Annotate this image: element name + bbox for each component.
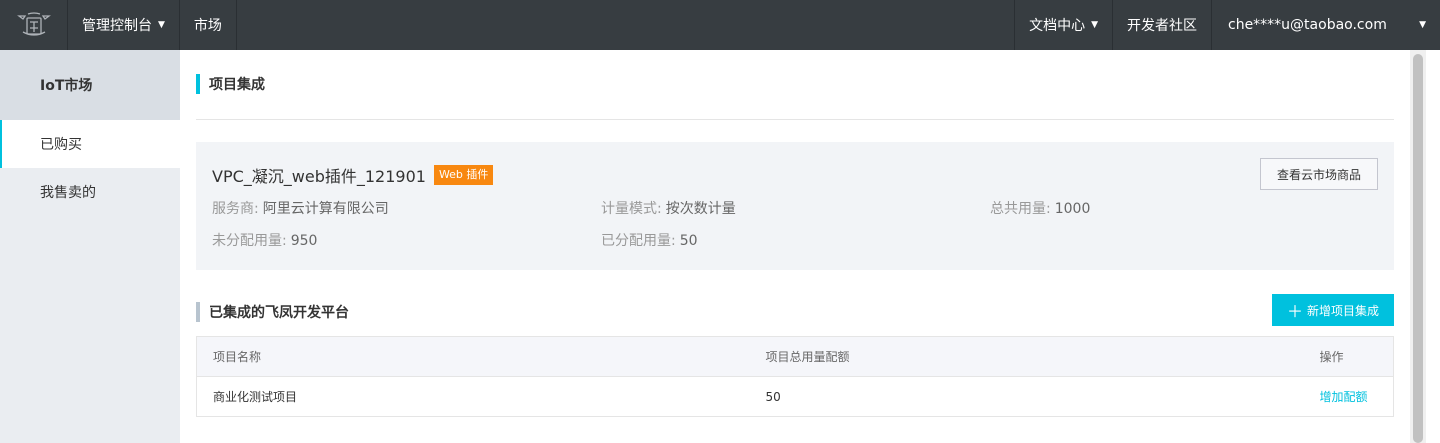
sidebar-item-label: 我售卖的 xyxy=(40,185,96,201)
integration-table: 项目名称 项目总用量配额 操作 商业化测试项目 50 增加配额 xyxy=(196,336,1394,417)
community-link[interactable]: 开发者社区 xyxy=(1112,0,1211,50)
project-name-cell: 商业化测试项目 xyxy=(196,376,750,417)
total-usage-label: 总共用量: xyxy=(990,201,1051,217)
unallocated-label: 未分配用量: xyxy=(212,233,287,249)
table-row: 商业化测试项目 50 增加配额 xyxy=(196,376,1394,417)
total-usage-field: 总共用量: 1000 xyxy=(990,198,1090,218)
increase-quota-link[interactable]: 增加配额 xyxy=(1320,390,1368,404)
scrollbar-thumb[interactable] xyxy=(1413,54,1423,443)
market-link-label: 市场 xyxy=(193,18,222,34)
sidebar-header: IoT市场 xyxy=(0,50,180,120)
add-integration-button[interactable]: ＋ 新增项目集成 xyxy=(1272,294,1394,326)
add-integration-label: 新增项目集成 xyxy=(1307,303,1380,318)
console-menu-label: 管理控制台 xyxy=(82,18,152,34)
page-title: 项目集成 xyxy=(209,77,265,93)
community-link-label: 开发者社区 xyxy=(1127,18,1197,34)
section-accent-bar xyxy=(196,74,200,94)
sidebar-item-label: 已购买 xyxy=(40,137,82,153)
docs-menu-label: 文档中心 xyxy=(1029,18,1086,34)
top-navbar: 管理控制台 ▼ 市场 文档中心 ▼ 开发者社区 che****u@taobao.… xyxy=(0,0,1440,50)
product-title-row: VPC_凝沉_web插件_121901 Web 插件 xyxy=(212,163,494,187)
caret-down-icon: ▼ xyxy=(1419,20,1426,30)
sidebar: IoT市场 已购买 我售卖的 xyxy=(0,50,180,443)
product-type-badge: Web 插件 xyxy=(433,165,494,185)
docs-menu[interactable]: 文档中心 ▼ xyxy=(1014,0,1112,50)
column-header-actions: 操作 xyxy=(1293,336,1394,377)
unallocated-value: 950 xyxy=(290,233,318,249)
actions-cell: 增加配额 xyxy=(1293,376,1394,417)
metering-value: 按次数计量 xyxy=(665,201,736,217)
product-card: VPC_凝沉_web插件_121901 Web 插件 查看云市场商品 服务商: 阿… xyxy=(196,142,1394,270)
section-accent-bar xyxy=(196,302,200,322)
provider-value: 阿里云计算有限公司 xyxy=(262,201,389,217)
metering-field: 计量模式: 按次数计量 xyxy=(601,198,736,218)
plus-icon: ＋ xyxy=(1286,302,1303,321)
column-header-project-name: 项目名称 xyxy=(196,336,750,377)
sidebar-item-purchased[interactable]: 已购买 xyxy=(0,120,180,168)
section-header: 项目集成 xyxy=(196,74,1394,94)
account-name: che****u@taobao.com xyxy=(1228,17,1387,33)
unallocated-field: 未分配用量: 950 xyxy=(212,230,317,250)
allocated-value: 50 xyxy=(679,233,698,249)
view-market-product-button[interactable]: 查看云市场商品 xyxy=(1260,158,1378,190)
table-header-row: 项目名称 项目总用量配额 操作 xyxy=(196,336,1394,377)
market-link[interactable]: 市场 xyxy=(180,0,237,50)
iot-logo[interactable] xyxy=(0,0,68,50)
allocated-field: 已分配用量: 50 xyxy=(601,230,698,250)
caret-down-icon: ▼ xyxy=(158,20,165,30)
column-header-quota: 项目总用量配额 xyxy=(749,336,1294,377)
vertical-scrollbar[interactable] xyxy=(1410,50,1426,443)
total-usage-value: 1000 xyxy=(1054,201,1091,217)
metering-label: 计量模式: xyxy=(601,201,662,217)
main-content: 项目集成 VPC_凝沉_web插件_121901 Web 插件 查看云市场商品 … xyxy=(196,50,1394,417)
console-menu[interactable]: 管理控制台 ▼ xyxy=(68,0,180,50)
sidebar-item-selling[interactable]: 我售卖的 xyxy=(0,168,180,216)
project-quota-cell: 50 xyxy=(749,376,1294,417)
provider-label: 服务商: xyxy=(212,201,259,217)
integrated-section-header: 已集成的飞凤开发平台 ＋ 新增项目集成 xyxy=(196,294,1394,328)
caret-down-icon: ▼ xyxy=(1091,20,1098,30)
product-name: VPC_凝沉_web插件_121901 xyxy=(212,167,426,186)
allocated-label: 已分配用量: xyxy=(601,233,676,249)
divider xyxy=(196,119,1394,120)
account-menu[interactable]: che****u@taobao.com ▼ xyxy=(1211,0,1440,50)
provider-field: 服务商: 阿里云计算有限公司 xyxy=(212,198,389,218)
logo-icon xyxy=(16,12,51,36)
integrated-title: 已集成的飞凤开发平台 xyxy=(209,305,349,321)
